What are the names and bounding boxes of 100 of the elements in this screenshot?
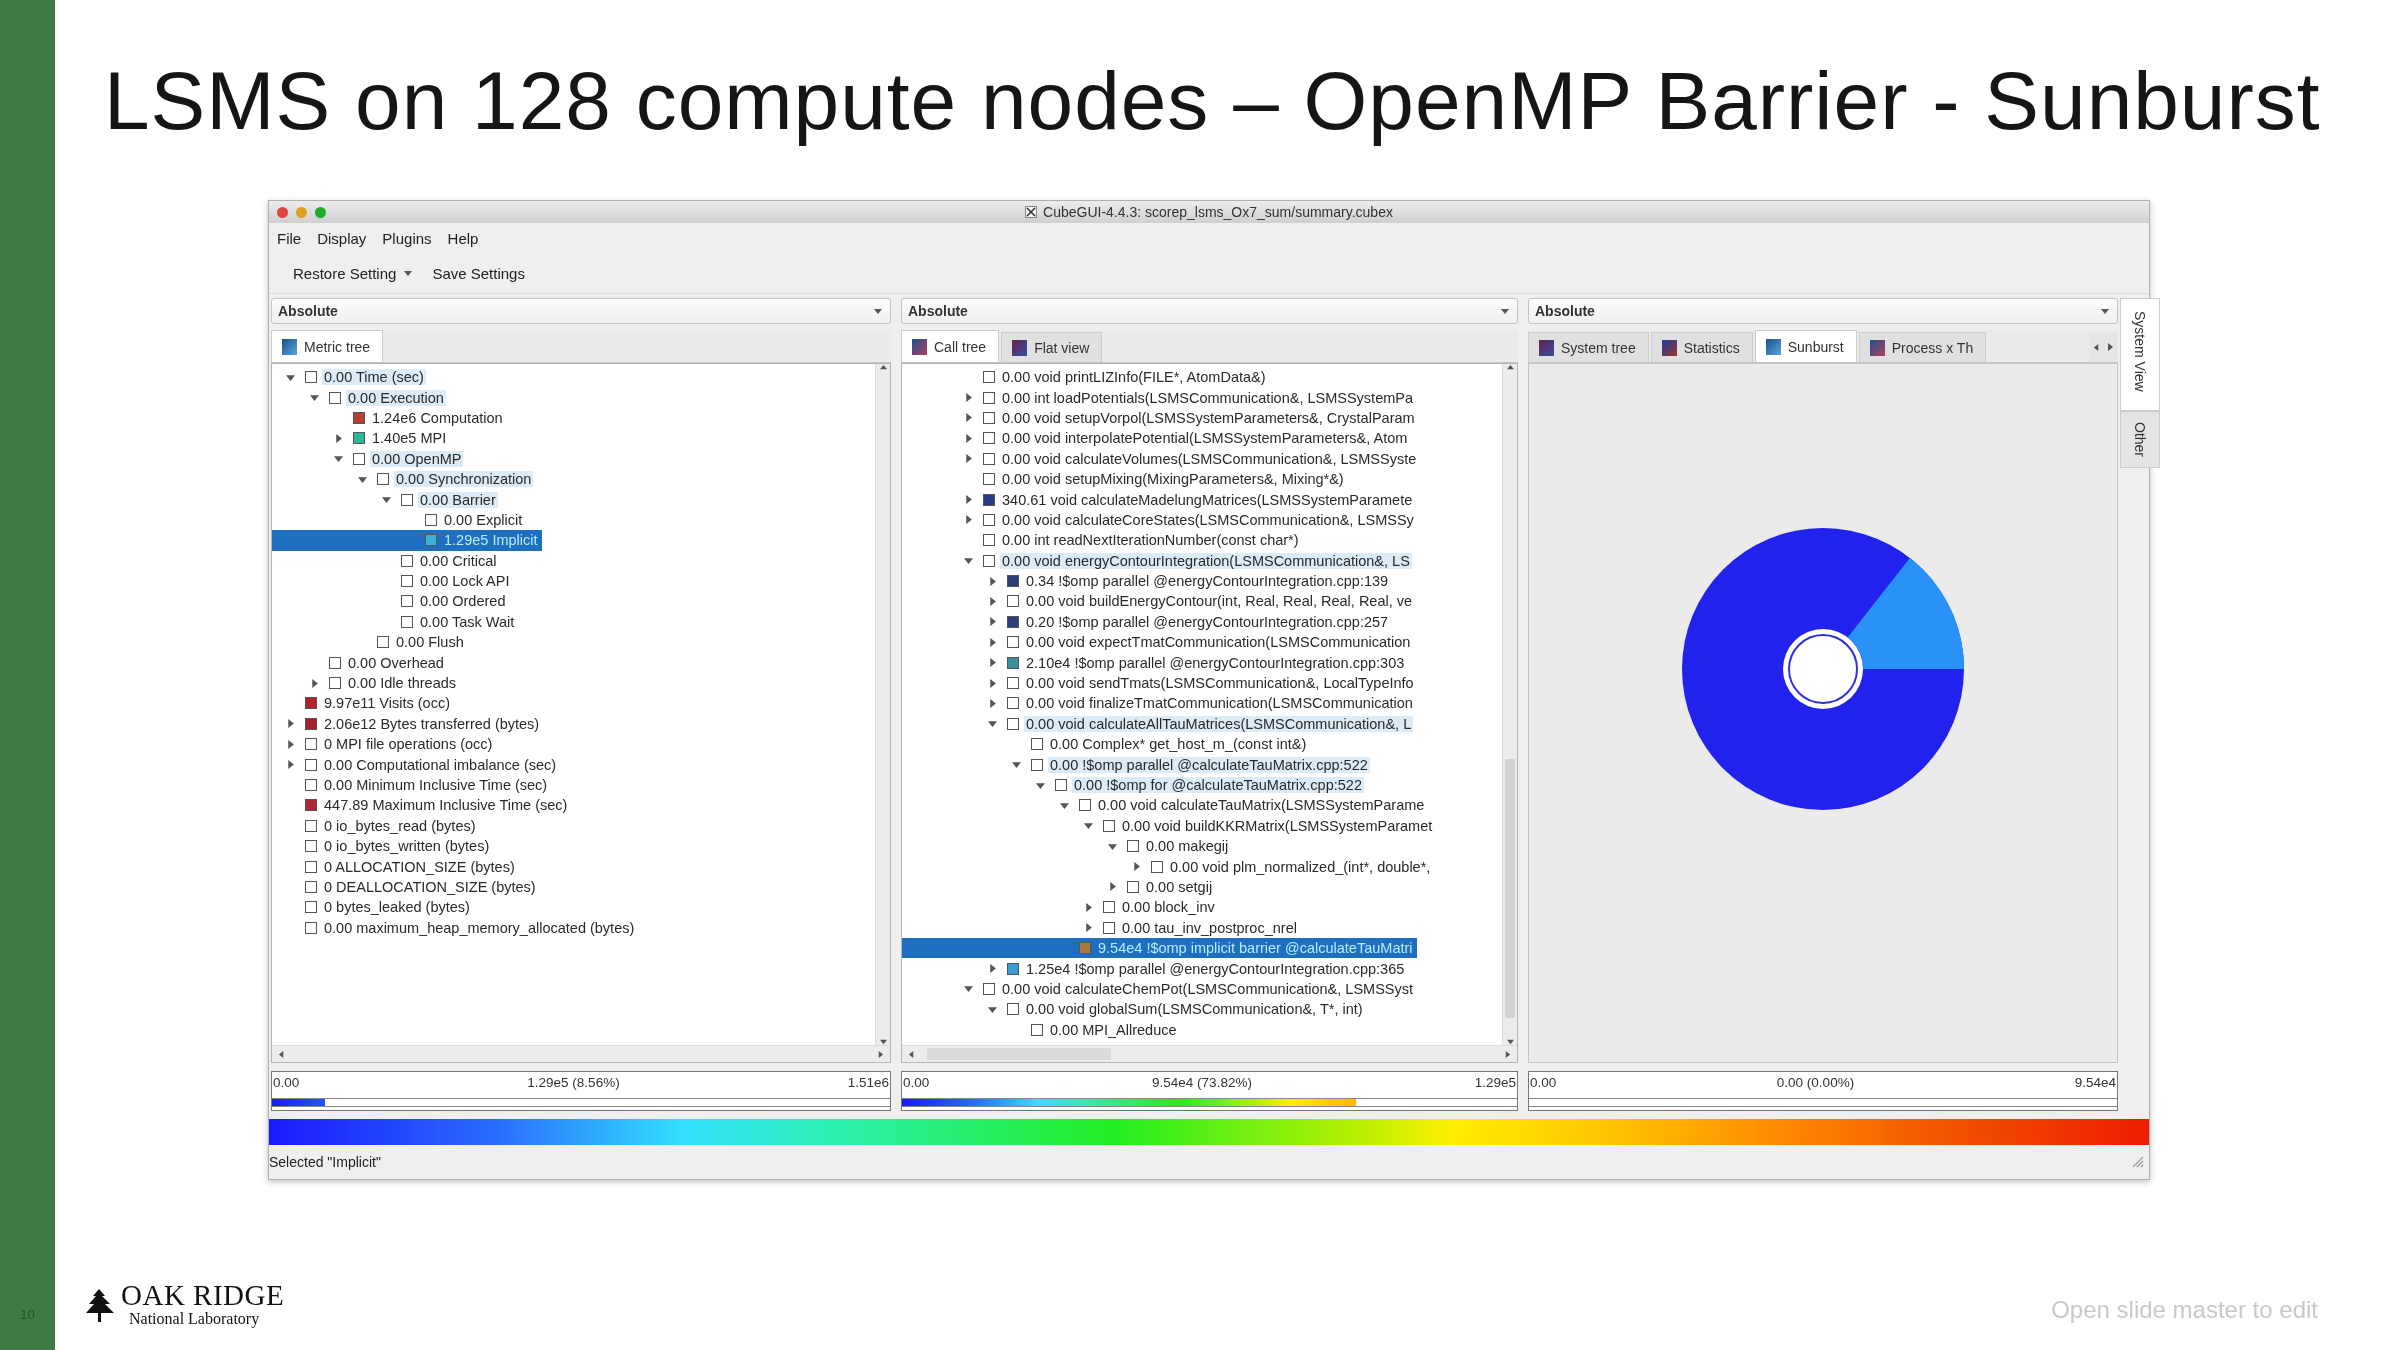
horizontal-scrollbar[interactable] bbox=[902, 1045, 1517, 1062]
tree-row[interactable]: 0.00 void globalSum(LSMSCommunication&, T*, int) bbox=[902, 999, 1367, 1020]
collapsed-arrow-icon[interactable] bbox=[963, 495, 973, 505]
horizontal-scrollbar[interactable] bbox=[272, 1045, 890, 1062]
collapsed-arrow-icon[interactable] bbox=[1083, 902, 1093, 912]
expanded-arrow-icon[interactable] bbox=[963, 984, 973, 994]
tree-row[interactable]: 0.00 Explicit bbox=[272, 509, 527, 531]
scroll-up-arrow-icon[interactable] bbox=[879, 364, 887, 371]
collapsed-arrow-icon[interactable] bbox=[1107, 882, 1117, 892]
expanded-arrow-icon[interactable] bbox=[1083, 821, 1093, 831]
expanded-arrow-icon[interactable] bbox=[333, 454, 343, 464]
tree-row[interactable]: 0.00 tau_inv_postproc_nrel bbox=[902, 917, 1301, 938]
tree-row[interactable]: 0.00 Overhead bbox=[272, 652, 448, 673]
mode-dropdown[interactable]: Absolute bbox=[901, 298, 1518, 324]
tree-row[interactable]: 0.00 block_inv bbox=[902, 897, 1219, 918]
tree-row[interactable]: 0.00 void setupVorpol(LSMSSystemParameters&, CrystalParam bbox=[902, 407, 1419, 429]
tree-row[interactable]: 0.00 Barrier bbox=[272, 489, 500, 510]
tree-row[interactable]: 0.00 void calculateVolumes(LSMSCommunication&, LSMSSyste bbox=[902, 448, 1421, 469]
menu-item[interactable]: Display bbox=[317, 229, 367, 247]
collapsed-arrow-icon[interactable] bbox=[987, 576, 997, 586]
expanded-arrow-icon[interactable] bbox=[987, 719, 997, 729]
tree-row[interactable]: 0.00 Complex* get_host_m_(const int&) bbox=[902, 734, 1311, 755]
collapsed-arrow-icon[interactable] bbox=[987, 964, 997, 973]
tree-row[interactable]: 0.00 void calculateTauMatrix(LSMSSystemParame bbox=[902, 795, 1429, 816]
menu-item[interactable]: Help bbox=[447, 229, 479, 247]
collapsed-arrow-icon[interactable] bbox=[963, 413, 973, 423]
scroll-right-arrow-icon[interactable] bbox=[877, 1050, 884, 1058]
tree-row[interactable]: 0.00 void calculateAllTauMatrices(LSMSCommunication&, L bbox=[902, 713, 1416, 735]
tab[interactable]: System tree bbox=[1528, 332, 1649, 362]
collapsed-arrow-icon[interactable] bbox=[963, 433, 973, 443]
scroll-left-arrow-icon[interactable] bbox=[908, 1050, 915, 1058]
tree-row[interactable]: 0.00 int readNextIterationNumber(const char*) bbox=[902, 530, 1303, 551]
tree-row[interactable]: 2.06e12 Bytes transferred (bytes) bbox=[272, 713, 544, 735]
close-button[interactable] bbox=[277, 206, 288, 218]
tree-row[interactable]: 0 io_bytes_read (bytes) bbox=[272, 815, 480, 836]
tree-row[interactable]: 0.00 Computational imbalance (sec) bbox=[272, 754, 561, 775]
tree-row[interactable]: 0.00 MPI_Allreduce bbox=[902, 1019, 1181, 1040]
collapsed-arrow-icon[interactable] bbox=[963, 515, 973, 525]
mode-dropdown[interactable]: Absolute bbox=[1528, 298, 2118, 324]
collapsed-arrow-icon[interactable] bbox=[285, 739, 295, 749]
tab-scroll-arrows[interactable] bbox=[2089, 332, 2118, 362]
tree-row[interactable]: 9.97e11 Visits (occ) bbox=[272, 693, 454, 714]
tree-row[interactable]: 0.00 Ordered bbox=[272, 591, 510, 612]
tab[interactable]: Sunburst bbox=[1754, 330, 1857, 362]
tree-row[interactable]: 0.00 void energyContourIntegration(LSMSCommunication&, LS bbox=[902, 550, 1414, 571]
tree-row[interactable]: 0.00 Execution bbox=[272, 387, 448, 408]
tree-row[interactable]: 1.24e6 Computation bbox=[272, 407, 507, 429]
tree-row[interactable]: 0.00 Synchronization bbox=[272, 468, 536, 490]
tree-row[interactable]: 0.00 void setupMixing(MixingParameters&, Mixing*&) bbox=[902, 468, 1348, 490]
scroll-left-arrow-icon[interactable] bbox=[2093, 343, 2100, 351]
menu-item[interactable]: File bbox=[277, 229, 302, 247]
tab[interactable]: Metric tree bbox=[271, 330, 384, 362]
tree-row[interactable]: 2.10e4 !$omp parallel @energyContourIntegration.cpp:303 bbox=[902, 652, 1409, 673]
side-tab[interactable]: System View bbox=[2120, 298, 2160, 411]
collapsed-arrow-icon[interactable] bbox=[333, 433, 343, 443]
tree-row[interactable]: 0.00 Flush bbox=[272, 632, 468, 653]
collapsed-arrow-icon[interactable] bbox=[1083, 923, 1093, 933]
tree-row[interactable]: 0.00 void interpolatePotential(LSMSSystemParameters&, Atom bbox=[902, 428, 1412, 449]
tree-row[interactable]: 0.00 setgij bbox=[902, 876, 1217, 898]
collapsed-arrow-icon[interactable] bbox=[1131, 862, 1141, 872]
tree-row[interactable]: 1.29e5 Implicit bbox=[272, 530, 542, 551]
tree-row[interactable]: 0.00 void finalizeTmatCommunication(LSMSCommunication bbox=[902, 693, 1417, 714]
tree-row[interactable]: 0.00 void sendTmats(LSMSCommunication&, LocalTypeInfo bbox=[902, 672, 1418, 694]
expanded-arrow-icon[interactable] bbox=[963, 556, 973, 566]
collapsed-arrow-icon[interactable] bbox=[987, 597, 997, 606]
toolbar-button[interactable]: Save Settings bbox=[428, 260, 529, 286]
expanded-arrow-icon[interactable] bbox=[309, 393, 319, 403]
tree-row[interactable]: 0.00 void buildEnergyContour(int, Real, Real, Real, Real, ve bbox=[902, 591, 1417, 612]
tree-row[interactable]: 0.00 void buildKKRMatrix(LSMSSystemParamet bbox=[902, 815, 1437, 836]
scroll-left-arrow-icon[interactable] bbox=[278, 1050, 285, 1058]
collapsed-arrow-icon[interactable] bbox=[285, 719, 295, 729]
side-tab[interactable]: Other bbox=[2120, 410, 2160, 468]
tree-row[interactable]: 0.00 void calculateChemPot(LSMSCommunication&, LSMSSyst bbox=[902, 978, 1417, 1000]
tree-row[interactable]: 447.89 Maximum Inclusive Time (sec) bbox=[272, 795, 572, 816]
vertical-scrollbar[interactable] bbox=[1502, 364, 1517, 1045]
expanded-arrow-icon[interactable] bbox=[987, 1004, 997, 1014]
tree-row[interactable]: 0.00 OpenMP bbox=[272, 448, 466, 469]
collapsed-arrow-icon[interactable] bbox=[987, 617, 997, 627]
collapsed-arrow-icon[interactable] bbox=[987, 678, 997, 688]
tree-row[interactable]: 0.00 Lock API bbox=[272, 570, 514, 592]
toolbar-button[interactable]: Restore Setting bbox=[289, 260, 417, 286]
tab[interactable]: Flat view bbox=[1001, 332, 1103, 362]
tree-row[interactable]: 0.00 void plm_normalized_(int*, double*, bbox=[902, 856, 1435, 877]
collapsed-arrow-icon[interactable] bbox=[963, 454, 973, 464]
tree-row[interactable]: 0.00 Idle threads bbox=[272, 672, 461, 694]
tree-row[interactable]: 0.00 void printLIZInfo(FILE*, AtomData&) bbox=[902, 367, 1270, 388]
expanded-arrow-icon[interactable] bbox=[357, 474, 367, 484]
collapsed-arrow-icon[interactable] bbox=[987, 637, 997, 647]
scroll-right-arrow-icon[interactable] bbox=[1504, 1050, 1511, 1058]
tree-row[interactable]: 0.00 makegij bbox=[902, 836, 1233, 857]
tree-row[interactable]: 0.20 !$omp parallel @energyContourIntegration.cpp:257 bbox=[902, 611, 1393, 633]
tree-row[interactable]: 1.25e4 !$omp parallel @energyContourIntegration.cpp:365 bbox=[902, 958, 1409, 979]
scroll-down-arrow-icon[interactable] bbox=[879, 1038, 887, 1045]
tree-row[interactable]: 0 ALLOCATION_SIZE (bytes) bbox=[272, 856, 519, 877]
tree-row[interactable]: 0 bytes_leaked (bytes) bbox=[272, 897, 474, 918]
tree-row[interactable]: 0.34 !$omp parallel @energyContourIntegration.cpp:139 bbox=[902, 570, 1393, 592]
expanded-arrow-icon[interactable] bbox=[285, 372, 295, 382]
tab[interactable]: Statistics bbox=[1650, 332, 1753, 362]
tree-row[interactable]: 0.00 maximum_heap_memory_allocated (bytes) bbox=[272, 917, 639, 938]
menu-item[interactable]: Plugins bbox=[382, 229, 432, 247]
